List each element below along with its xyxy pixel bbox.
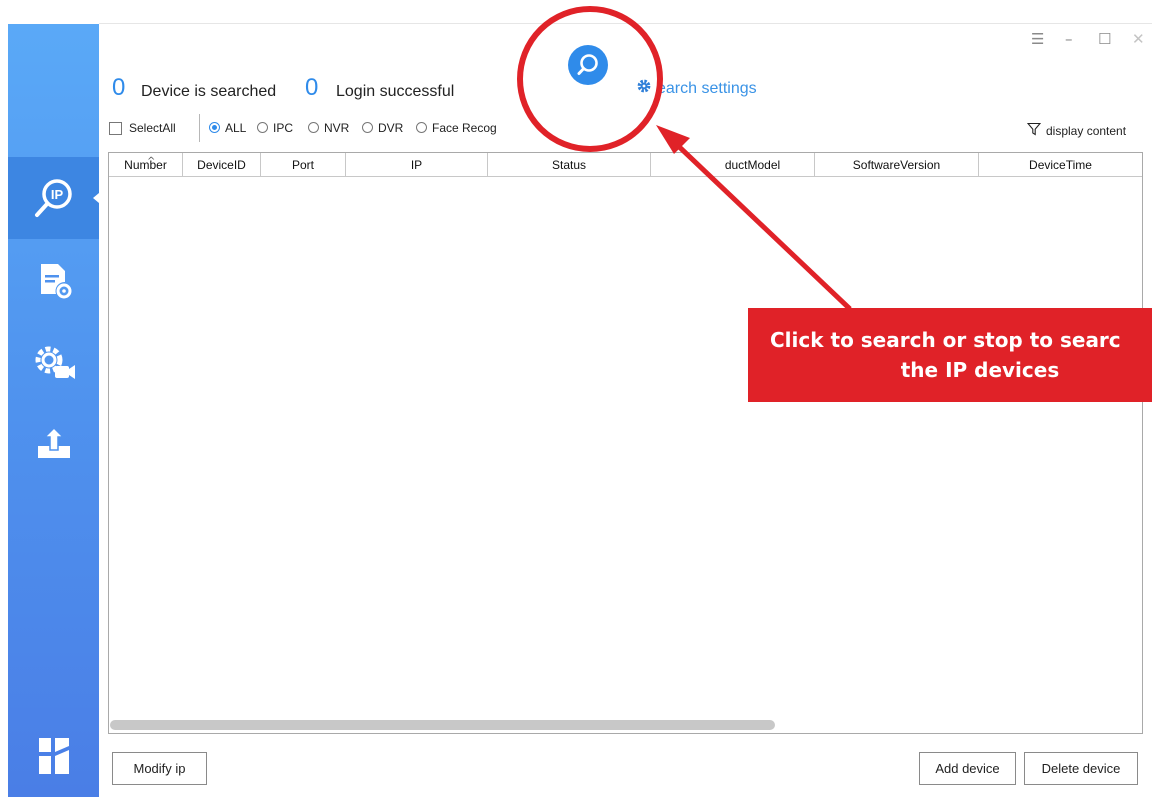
column-header-port[interactable]: Port <box>261 153 346 177</box>
left-margin <box>0 0 8 797</box>
filter-label-face-recog: Face Recog <box>432 121 497 135</box>
display-content-label: display content <box>1046 123 1127 138</box>
filter-divider <box>199 114 200 142</box>
column-header-product-model[interactable]: ductModel <box>651 153 815 177</box>
filter-radio-all[interactable] <box>209 122 220 133</box>
search-settings-label: earch settings <box>657 79 757 97</box>
sidebar-item-camera-settings[interactable] <box>8 321 99 403</box>
filter-radio-face-recog[interactable] <box>416 122 427 133</box>
add-device-button[interactable]: Add device <box>919 752 1016 785</box>
annotation-text-line2: the IP devices <box>900 358 1060 382</box>
column-header-deviceid[interactable]: DeviceID <box>183 153 261 177</box>
delete-device-button[interactable]: Delete device <box>1024 752 1138 785</box>
login-count: 0 <box>305 74 319 101</box>
sidebar: IP <box>8 24 99 797</box>
column-header-device-time[interactable]: DeviceTime <box>979 153 1142 177</box>
searched-count: 0 <box>112 74 126 101</box>
sidebar-item-upgrade[interactable] <box>8 403 99 485</box>
gear-icon <box>637 79 651 98</box>
select-all-label: SelectAll <box>129 121 176 135</box>
close-icon[interactable]: ✕ <box>1132 30 1145 48</box>
login-label: Login successful <box>336 83 455 100</box>
column-header-software-version[interactable]: SoftwareVersion <box>815 153 979 177</box>
search-icon <box>577 54 598 75</box>
svg-text:IP: IP <box>50 187 63 202</box>
filter-radio-dvr[interactable] <box>362 122 373 133</box>
upload-icon <box>34 424 74 464</box>
sort-caret-icon: ^ <box>147 156 156 167</box>
horizontal-scrollbar[interactable] <box>110 720 775 730</box>
column-header-status[interactable]: Status <box>488 153 651 177</box>
ip-search-icon: IP <box>31 175 77 221</box>
annotation-callout: Click to search or stop to searc the IP … <box>748 308 1152 402</box>
search-settings-link[interactable]: earch settings <box>637 79 757 98</box>
filter-radio-ipc[interactable] <box>257 122 268 133</box>
maximize-icon[interactable]: ☐ <box>1098 30 1111 48</box>
select-all-checkbox[interactable] <box>109 122 122 135</box>
display-content-button[interactable]: display content <box>1026 122 1127 139</box>
minimize-icon[interactable]: – <box>1065 30 1073 48</box>
table-header: ^ Number DeviceID Port IP Status ductMod… <box>109 153 1142 177</box>
device-table: ^ Number DeviceID Port IP Status ductMod… <box>108 152 1143 734</box>
sidebar-item-documents[interactable] <box>8 239 99 321</box>
active-caret-icon <box>93 193 99 203</box>
sidebar-item-ip-search[interactable]: IP <box>8 157 99 239</box>
column-header-number[interactable]: ^ Number <box>109 153 183 177</box>
filter-funnel-icon <box>1026 122 1042 139</box>
filter-label-all: ALL <box>225 121 247 135</box>
search-button[interactable] <box>568 45 608 85</box>
title-divider <box>99 23 1152 24</box>
filter-label-ipc: IPC <box>273 121 294 135</box>
app-logo-icon <box>37 736 71 776</box>
sidebar-logo <box>8 715 99 797</box>
annotation-text-line1: Click to search or stop to searc <box>770 328 1121 352</box>
filter-label-nvr: NVR <box>324 121 350 135</box>
menu-icon[interactable]: ☰ <box>1031 30 1044 48</box>
camera-settings-icon <box>31 342 77 382</box>
searched-label: Device is searched <box>141 83 277 100</box>
filter-radio-nvr[interactable] <box>308 122 319 133</box>
document-settings-icon <box>34 260 74 300</box>
filter-label-dvr: DVR <box>378 121 404 135</box>
column-header-ip[interactable]: IP <box>346 153 488 177</box>
modify-ip-button[interactable]: Modify ip <box>112 752 207 785</box>
